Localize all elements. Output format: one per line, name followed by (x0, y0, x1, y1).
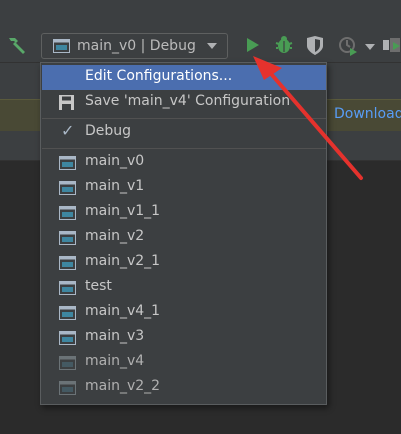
menu-item-label: main_v2_2 (85, 378, 161, 394)
menu-item-debug[interactable]: ✓ Debug (42, 120, 326, 145)
run-configuration-dropdown: Edit Configurations... Save 'main_v4' Co… (40, 62, 327, 405)
run-configuration-icon (59, 256, 76, 270)
run-configuration-icon (59, 231, 76, 245)
checkmark-icon: ✓ (61, 121, 75, 140)
menu-item-configuration[interactable]: main_v0 (42, 150, 326, 175)
chevron-down-icon (207, 43, 217, 49)
run-play-icon[interactable] (246, 37, 260, 53)
menu-item-save-configuration[interactable]: Save 'main_v4' Configuration (42, 90, 326, 115)
run-configuration-icon (59, 281, 76, 295)
menu-item-configuration[interactable]: main_v2 (42, 225, 326, 250)
menu-item-configuration[interactable]: main_v4 (42, 350, 326, 375)
menu-item-label: main_v4_1 (85, 303, 161, 319)
run-configuration-icon (59, 181, 76, 195)
attach-debugger-icon[interactable] (383, 36, 401, 56)
menu-item-edit-configurations[interactable]: Edit Configurations... (42, 65, 326, 90)
run-configuration-icon (59, 156, 76, 170)
run-configuration-selector[interactable]: main_v0 | Debug (41, 33, 228, 59)
menu-item-label: main_v1_1 (85, 203, 161, 219)
menu-item-configuration[interactable]: main_v2_2 (42, 375, 326, 400)
coverage-shield-icon[interactable] (306, 36, 324, 56)
debug-bug-icon[interactable] (274, 35, 294, 55)
build-hammer-icon[interactable] (6, 35, 28, 55)
run-configuration-icon (59, 206, 76, 220)
menu-separator (42, 118, 326, 119)
save-floppy-icon (59, 95, 74, 110)
main-toolbar: main_v0 | Debug (0, 0, 401, 63)
run-configuration-label: main_v0 | Debug (77, 38, 196, 54)
menu-item-label: Edit Configurations... (85, 68, 233, 84)
menu-separator (42, 148, 326, 149)
menu-item-label: main_v2_1 (85, 253, 161, 269)
menu-item-configuration[interactable]: main_v2_1 (42, 250, 326, 275)
menu-item-label: main_v4 (85, 353, 145, 369)
run-configuration-icon (53, 39, 70, 53)
run-configuration-icon (59, 381, 76, 395)
menu-item-label: Debug (85, 123, 132, 139)
menu-item-configuration[interactable]: main_v4_1 (42, 300, 326, 325)
run-configuration-icon (59, 356, 76, 370)
run-configuration-icon (59, 306, 76, 320)
more-run-options-chevron-icon[interactable] (365, 44, 375, 51)
menu-item-configuration[interactable]: main_v3 (42, 325, 326, 350)
menu-item-configuration[interactable]: test (42, 275, 326, 300)
run-configuration-icon (59, 331, 76, 345)
menu-item-label: main_v0 (85, 153, 145, 169)
menu-item-configuration[interactable]: main_v1_1 (42, 200, 326, 225)
menu-item-label: test (85, 278, 112, 294)
menu-item-label: Save 'main_v4' Configuration (85, 93, 291, 109)
menu-item-configuration[interactable]: main_v1 (42, 175, 326, 200)
profile-clock-icon[interactable] (338, 36, 358, 56)
download-link[interactable]: Download (334, 106, 401, 122)
menu-item-label: main_v2 (85, 228, 145, 244)
menu-item-label: main_v1 (85, 178, 145, 194)
menu-item-label: main_v3 (85, 328, 145, 344)
